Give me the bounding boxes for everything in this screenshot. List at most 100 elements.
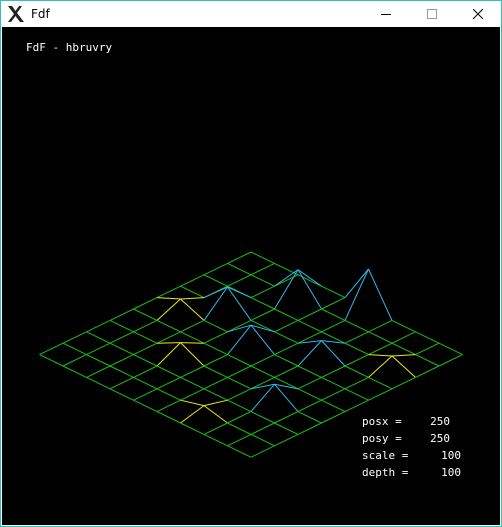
mesh-edge bbox=[86, 376, 111, 390]
mesh-edge bbox=[133, 297, 158, 310]
mesh-edge bbox=[321, 297, 346, 310]
close-icon bbox=[473, 9, 483, 19]
mesh-edge bbox=[133, 376, 158, 390]
mesh-edge bbox=[203, 433, 228, 447]
mesh-edge bbox=[133, 319, 158, 333]
mesh-edge bbox=[274, 376, 299, 390]
mesh-edge bbox=[180, 365, 205, 378]
mesh-edge bbox=[133, 399, 158, 413]
mesh-edge bbox=[321, 319, 346, 333]
mesh-edge bbox=[297, 411, 322, 424]
mesh-edge bbox=[368, 355, 393, 378]
window-title: Fdf bbox=[31, 7, 50, 21]
mesh-edge bbox=[86, 342, 111, 356]
mesh-edge bbox=[133, 308, 158, 321]
mesh-edge bbox=[344, 365, 369, 378]
mesh-edge bbox=[297, 388, 322, 401]
mesh-edge bbox=[344, 399, 369, 413]
mesh-edge bbox=[156, 285, 181, 299]
minimize-button[interactable] bbox=[363, 1, 409, 27]
mesh-edge bbox=[180, 285, 205, 299]
mesh-edge bbox=[180, 297, 205, 300]
mesh-edge bbox=[203, 376, 228, 390]
mesh-edge bbox=[250, 445, 275, 458]
x-logo-icon bbox=[8, 6, 24, 22]
mesh-edge bbox=[180, 422, 205, 435]
mesh-edge bbox=[391, 355, 416, 378]
mesh-edge bbox=[227, 274, 252, 287]
mesh-edge bbox=[297, 308, 322, 321]
mesh-edge bbox=[86, 331, 111, 344]
mesh-edge bbox=[368, 268, 393, 321]
mesh-edge bbox=[62, 331, 87, 344]
mesh-edge bbox=[109, 319, 134, 333]
mesh-edge bbox=[274, 331, 299, 344]
hud-posx-key: posx = bbox=[362, 415, 402, 428]
mesh-edge bbox=[415, 354, 440, 367]
mesh-edge bbox=[227, 433, 252, 447]
mesh-edge bbox=[156, 411, 181, 424]
mesh-edge bbox=[180, 342, 205, 367]
mesh-edge bbox=[227, 422, 252, 435]
mesh-edge bbox=[274, 433, 299, 447]
hud-scale-value: 100 bbox=[441, 449, 461, 462]
mesh-edge bbox=[180, 376, 205, 390]
title-bar[interactable]: Fdf bbox=[1, 1, 501, 27]
mesh-edge bbox=[250, 422, 275, 435]
hud-scale: scale = 100 bbox=[362, 449, 482, 463]
mesh-edge bbox=[109, 376, 134, 390]
mesh-edge bbox=[368, 331, 393, 344]
mesh-edge bbox=[227, 365, 252, 378]
mesh-edge bbox=[156, 319, 181, 333]
mesh-edge bbox=[62, 365, 87, 378]
mesh-edge bbox=[203, 422, 228, 435]
hud-posx-value: 250 bbox=[430, 415, 450, 428]
mesh-edge bbox=[180, 298, 205, 321]
mesh-edge bbox=[203, 365, 228, 378]
maximize-button[interactable] bbox=[409, 1, 455, 27]
mesh-edge bbox=[250, 376, 275, 390]
mesh-edge bbox=[321, 285, 346, 299]
mesh-edge bbox=[344, 319, 369, 333]
mesh-edge bbox=[297, 376, 322, 390]
mesh-edge bbox=[344, 268, 369, 298]
mesh-edge bbox=[156, 365, 181, 378]
mesh-edge bbox=[274, 342, 299, 356]
hud-depth-value: 100 bbox=[441, 466, 461, 479]
mesh-edge bbox=[344, 331, 369, 344]
render-canvas[interactable]: FdF - hbruvry posx = 250 posy = 250 scal… bbox=[2, 27, 500, 525]
close-button[interactable] bbox=[455, 1, 501, 27]
mesh-edge bbox=[344, 342, 369, 356]
mesh-edge bbox=[227, 354, 252, 367]
hud-posy: posy = 250 bbox=[362, 432, 482, 446]
mesh-edge bbox=[156, 342, 181, 344]
mesh-edge bbox=[297, 422, 322, 435]
mesh-edge bbox=[109, 388, 134, 401]
mesh-edge bbox=[250, 262, 275, 276]
mesh-edge bbox=[297, 274, 322, 287]
mesh-edge bbox=[344, 268, 369, 321]
mesh-edge bbox=[274, 354, 299, 367]
mesh-edge bbox=[415, 365, 440, 378]
canvas-heading: FdF - hbruvry bbox=[26, 41, 113, 54]
mesh-edge bbox=[203, 342, 228, 356]
mesh-edge bbox=[321, 376, 346, 390]
mesh-edge bbox=[227, 262, 252, 276]
mesh-edge bbox=[133, 388, 158, 401]
mesh-edge bbox=[274, 308, 299, 321]
mesh-edge bbox=[321, 411, 346, 424]
mesh-edge bbox=[274, 269, 299, 287]
mesh-edge bbox=[109, 342, 134, 356]
mesh-edge bbox=[39, 354, 64, 367]
mesh-edge bbox=[250, 365, 275, 378]
mesh-edge bbox=[368, 354, 393, 357]
mesh-edge bbox=[368, 388, 393, 401]
mesh-edge bbox=[227, 251, 252, 264]
mesh-edge bbox=[368, 342, 393, 356]
mesh-edge bbox=[203, 262, 228, 276]
mesh-edge bbox=[86, 354, 111, 367]
mesh-edge bbox=[274, 319, 299, 333]
mesh-edge bbox=[203, 274, 228, 287]
fdf-window: Fdf FdF - hbruvry posx = 250 posy = 250 … bbox=[0, 0, 502, 527]
mesh-edge bbox=[109, 331, 134, 344]
